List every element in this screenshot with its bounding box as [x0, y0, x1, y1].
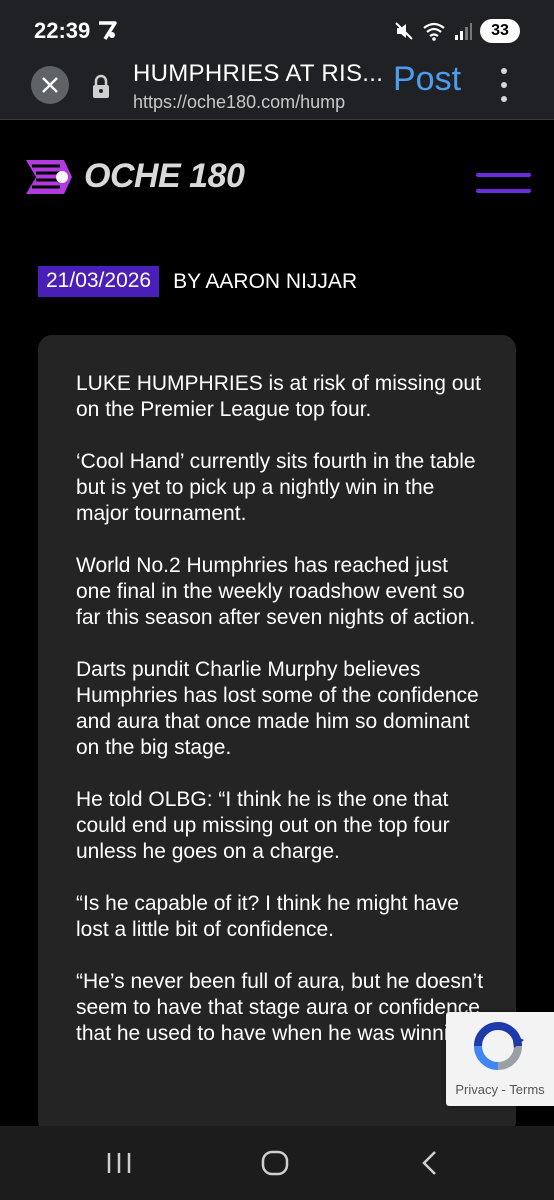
article-meta: 21/03/2026 BY AARON NIJJAR — [38, 266, 357, 297]
site-logo[interactable]: OCHE 180 — [24, 157, 245, 196]
recaptcha-icon — [474, 1022, 524, 1070]
post-button[interactable]: Post — [393, 60, 461, 99]
menu-button[interactable] — [476, 173, 531, 193]
dot-icon — [501, 82, 507, 88]
article-card: LUKE HUMPHRIES is at risk of missing out… — [38, 335, 516, 1135]
app-notification-icon — [99, 21, 117, 40]
lock-icon[interactable] — [90, 74, 112, 100]
status-icons: 33 — [394, 17, 520, 45]
wifi-icon — [423, 22, 445, 41]
system-navigation-bar — [0, 1126, 554, 1200]
status-bar: 22:39 33 — [0, 0, 554, 60]
more-options-button[interactable] — [498, 68, 510, 102]
article-paragraph: “Is he capable of it? I think he might h… — [76, 892, 459, 941]
back-button[interactable] — [414, 1148, 444, 1178]
article-paragraph: “He’s never been full of aura, but he do… — [76, 970, 484, 1045]
home-icon — [261, 1150, 289, 1176]
article-paragraph: World No.2 Humphries has reached just on… — [76, 554, 476, 629]
recaptcha-badge[interactable]: Privacy - Terms — [446, 1012, 554, 1106]
logo-text: OCHE 180 — [84, 157, 245, 195]
close-icon — [42, 77, 58, 93]
page-title[interactable]: HUMPHRIES AT RIS... — [133, 60, 383, 88]
site-header: OCHE 180 — [0, 121, 554, 221]
status-time: 22:39 — [34, 18, 91, 43]
article-paragraph: ‘Cool Hand’ currently sits fourth in the… — [76, 450, 476, 525]
article-paragraph: He told OLBG: “I think he is the one tha… — [76, 788, 450, 863]
heading-fragment: ▀ ▀ ▀ ▀▀▀▀ ▀▀ — [38, 221, 258, 241]
menu-line — [476, 189, 531, 193]
home-button[interactable] — [258, 1148, 292, 1178]
article-paragraph: Darts pundit Charlie Murphy believes Hum… — [76, 658, 479, 759]
menu-line — [476, 173, 531, 177]
browser-toolbar: HUMPHRIES AT RIS... https://oche180.com/… — [0, 60, 554, 120]
author-byline[interactable]: BY AARON NIJJAR — [173, 270, 357, 294]
url-text[interactable]: https://oche180.com/hump — [133, 92, 345, 113]
battery-indicator: 33 — [480, 19, 520, 43]
article-body: LUKE HUMPHRIES is at risk of missing out… — [76, 371, 486, 1073]
signal-icon — [455, 23, 472, 40]
article-paragraph: LUKE HUMPHRIES is at risk of missing out… — [76, 372, 481, 421]
recaptcha-links[interactable]: Privacy - Terms — [446, 1082, 554, 1097]
recent-apps-button[interactable] — [104, 1148, 134, 1178]
dot-icon — [501, 96, 507, 102]
logo-mark-icon — [26, 159, 72, 194]
recent-apps-icon — [107, 1153, 131, 1173]
close-tab-button[interactable] — [31, 66, 69, 104]
back-icon — [422, 1151, 436, 1175]
article-heading-cutoff: ▀ ▀ ▀ ▀▀▀▀ ▀▀ — [38, 221, 258, 241]
mute-icon — [395, 22, 413, 40]
dot-icon — [501, 68, 507, 74]
date-badge: 21/03/2026 — [38, 266, 160, 297]
